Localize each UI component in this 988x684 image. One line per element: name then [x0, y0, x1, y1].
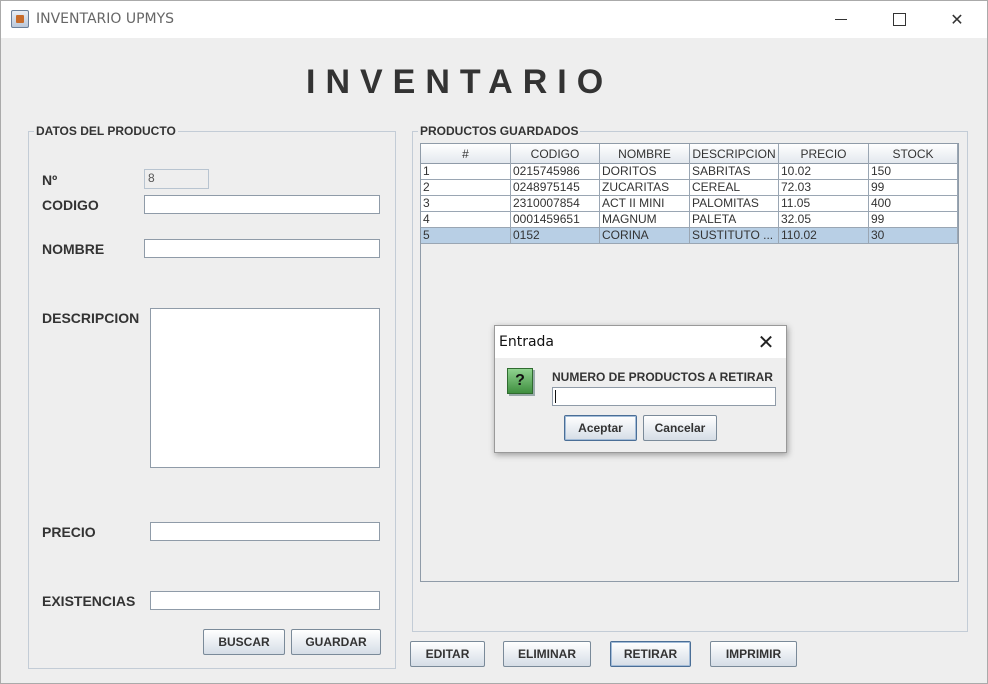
table-cell: 99 [869, 180, 958, 196]
existencias-field[interactable] [150, 591, 380, 610]
quantity-input[interactable] [552, 387, 776, 406]
existencias-label: EXISTENCIAS [42, 593, 136, 609]
table-row[interactable]: 2 0248975145 ZUCARITAS CEREAL 72.03 99 [421, 180, 958, 196]
table-cell: DORITOS [600, 164, 690, 180]
input-dialog: Entrada ✕ ? NUMERO DE PRODUCTOS A RETIRA… [494, 325, 787, 453]
title-bar: INVENTARIO UPMYS ✕ [1, 1, 987, 38]
saved-products-group-label: PRODUCTOS GUARDADOS [418, 124, 581, 138]
table-cell: 110.02 [779, 228, 869, 244]
app-window: INVENTARIO UPMYS ✕ INVENTARIO DATOS DEL … [0, 0, 988, 684]
table-cell: 5 [421, 228, 511, 244]
table-cell: 1 [421, 164, 511, 180]
table-cell: 400 [869, 196, 958, 212]
table-cell: PALOMITAS [690, 196, 779, 212]
imprimir-button[interactable]: IMPRIMIR [710, 641, 797, 667]
cancel-button[interactable]: Cancelar [643, 415, 717, 441]
maximize-button[interactable] [870, 1, 928, 38]
table-cell: 11.05 [779, 196, 869, 212]
codigo-field[interactable] [144, 195, 380, 214]
table-cell: 2310007854 [511, 196, 600, 212]
table-row[interactable]: 1 0215745986 DORITOS SABRITAS 10.02 150 [421, 164, 958, 180]
page-title: INVENTARIO [306, 63, 614, 101]
table-row[interactable]: 3 2310007854 ACT II MINI PALOMITAS 11.05… [421, 196, 958, 212]
column-header-stock[interactable]: STOCK [869, 144, 958, 164]
table-cell: 0248975145 [511, 180, 600, 196]
column-header-descripcion[interactable]: DESCRIPCION [690, 144, 779, 164]
minimize-button[interactable] [812, 1, 870, 38]
table-cell: 0215745986 [511, 164, 600, 180]
descripcion-label: DESCRIPCION [42, 310, 140, 326]
retirar-button[interactable]: RETIRAR [610, 641, 691, 667]
question-icon: ? [507, 368, 533, 394]
table-cell: 72.03 [779, 180, 869, 196]
close-window-button[interactable]: ✕ [928, 1, 986, 38]
table-cell: 2 [421, 180, 511, 196]
table-cell: CEREAL [690, 180, 779, 196]
column-header-precio[interactable]: PRECIO [779, 144, 869, 164]
java-app-icon [11, 10, 29, 28]
descripcion-textarea[interactable] [150, 308, 380, 468]
table-cell: 10.02 [779, 164, 869, 180]
codigo-label: CODIGO [42, 197, 99, 213]
table-cell: 0152 [511, 228, 600, 244]
table-cell: 30 [869, 228, 958, 244]
table-cell: CORINA [600, 228, 690, 244]
dialog-title-bar: Entrada ✕ [495, 326, 786, 358]
buscar-button[interactable]: BUSCAR [203, 629, 285, 655]
table-cell: SUSTITUTO ... [690, 228, 779, 244]
dialog-title: Entrada [499, 334, 555, 350]
table-row-selected[interactable]: 5 0152 CORINA SUSTITUTO ... 110.02 30 [421, 228, 958, 244]
table-row[interactable]: 4 0001459651 MAGNUM PALETA 32.05 99 [421, 212, 958, 228]
table-cell: 3 [421, 196, 511, 212]
table-cell: PALETA [690, 212, 779, 228]
table-cell: 150 [869, 164, 958, 180]
guardar-button[interactable]: GUARDAR [291, 629, 381, 655]
product-data-group-label: DATOS DEL PRODUCTO [34, 124, 178, 138]
dialog-message: NUMERO DE PRODUCTOS A RETIRAR [552, 370, 773, 384]
accept-button[interactable]: Aceptar [564, 415, 637, 441]
table-cell: ZUCARITAS [600, 180, 690, 196]
table-cell: MAGNUM [600, 212, 690, 228]
number-field: 8 [144, 169, 209, 189]
nombre-label: NOMBRE [42, 241, 105, 257]
window-title: INVENTARIO UPMYS [36, 11, 175, 27]
editar-button[interactable]: EDITAR [410, 641, 485, 667]
nombre-field[interactable] [144, 239, 380, 258]
eliminar-button[interactable]: ELIMINAR [503, 641, 591, 667]
table-cell: SABRITAS [690, 164, 779, 180]
table-header: # CODIGO NOMBRE DESCRIPCION PRECIO STOCK [421, 144, 958, 164]
table-body: 1 0215745986 DORITOS SABRITAS 10.02 150 … [421, 164, 958, 244]
precio-label: PRECIO [42, 524, 96, 540]
dialog-close-button[interactable]: ✕ [751, 330, 781, 354]
table-cell: 99 [869, 212, 958, 228]
column-header-codigo[interactable]: CODIGO [511, 144, 600, 164]
table-cell: 4 [421, 212, 511, 228]
table-cell: ACT II MINI [600, 196, 690, 212]
table-cell: 0001459651 [511, 212, 600, 228]
column-header-nombre[interactable]: NOMBRE [600, 144, 690, 164]
number-label: Nº [42, 172, 58, 188]
column-header-number[interactable]: # [421, 144, 511, 164]
precio-field[interactable] [150, 522, 380, 541]
table-cell: 32.05 [779, 212, 869, 228]
